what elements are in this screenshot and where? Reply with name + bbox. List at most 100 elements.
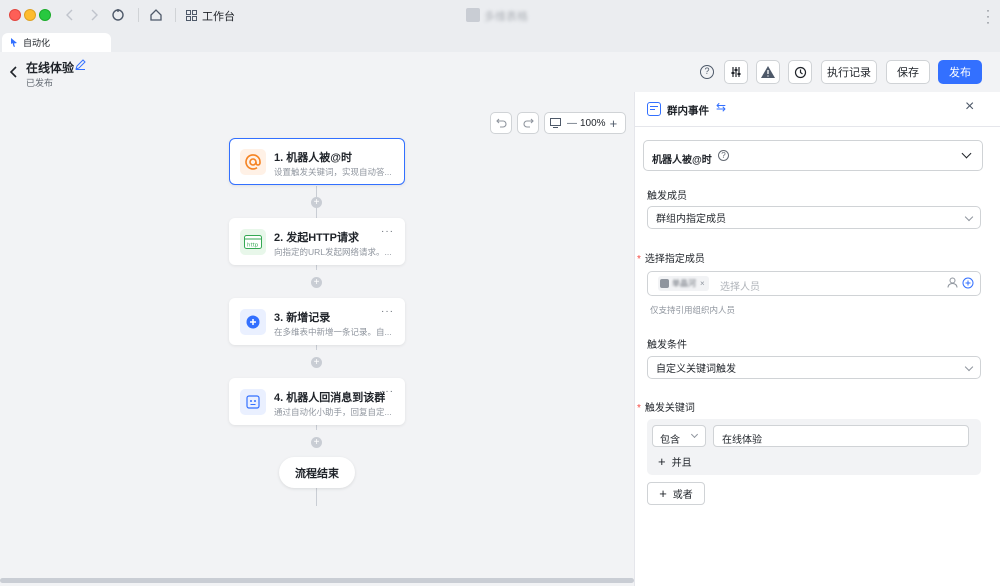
trigger-type-select[interactable]: 机器人被@时 ? [643, 140, 983, 171]
help-icon[interactable]: ? [700, 65, 714, 79]
history-button[interactable] [788, 60, 812, 84]
publish-button[interactable]: 发布 [938, 60, 982, 84]
automation-icon [11, 38, 17, 47]
node-desc: 向指定的URL发起网络请求。... [274, 247, 392, 257]
member-select[interactable]: 群组内指定成员 [647, 206, 981, 229]
or-label: 或者 [672, 490, 693, 501]
edit-title-icon[interactable] [75, 59, 87, 71]
add-record-icon [240, 309, 266, 335]
minimize-window-button[interactable] [24, 9, 36, 21]
node-more-icon[interactable]: ··· [381, 226, 394, 237]
redo-button[interactable] [517, 112, 539, 134]
add-or-condition-button[interactable]: + 或者 [647, 482, 705, 505]
at-icon [240, 149, 266, 175]
chevron-down-icon [690, 430, 699, 439]
flow-node-trigger[interactable]: 1. 机器人被@时 设置触发关键词，实现自动答... [229, 138, 405, 185]
panel-title: 群内事件 [667, 105, 709, 117]
zoom-out-icon[interactable]: — [567, 118, 577, 129]
node-desc: 通过自动化小助手，回复自定... [274, 407, 392, 417]
and-label: 并且 [671, 457, 692, 469]
operator-select[interactable]: 包含 [652, 425, 706, 447]
redo-icon [523, 118, 534, 128]
flow-end-node: 流程结束 [279, 457, 355, 488]
workspace-link[interactable]: 工作台 [202, 8, 235, 24]
node-title: 3. 新增记录 [274, 312, 331, 324]
trigger-type-value: 机器人被@时 [652, 155, 712, 166]
close-window-button[interactable] [9, 9, 21, 21]
plus-icon: + [659, 486, 667, 501]
node-title: 2. 发起HTTP请求 [274, 232, 359, 244]
warning-icon [761, 66, 775, 78]
doc-icon [466, 8, 480, 22]
flow-node-add-record[interactable]: 3. 新增记录 ··· 在多维表中新增一条记录。自... [229, 298, 405, 345]
zoom-control: — 100% + [544, 112, 626, 134]
flow-node-bot-reply[interactable]: 4. 机器人回消息到该群 ··· 通过自动化小助手，回复自定... [229, 378, 405, 425]
tab-bar: 自动化 [0, 30, 1000, 52]
add-member-icon[interactable] [962, 277, 974, 292]
help-icon[interactable]: ? [718, 150, 729, 161]
fit-screen-icon[interactable] [550, 118, 561, 128]
forward-icon[interactable] [88, 6, 100, 24]
member-hint: 仅支持引用组织内人员 [650, 305, 736, 315]
undo-button[interactable] [490, 112, 512, 134]
plus-icon: + [658, 453, 666, 469]
chevron-down-icon [964, 212, 974, 222]
execution-log-button[interactable]: 执行记录 [821, 60, 877, 84]
grid-icon[interactable] [185, 6, 197, 24]
page-header: 在线体验 已发布 ? 执行记录 保存 发布 [0, 52, 1000, 94]
svg-text:http: http [247, 243, 259, 249]
member-label: 触发成员 [647, 191, 687, 202]
page-title: 在线体验 [26, 61, 75, 75]
add-step-icon[interactable]: + [311, 357, 322, 368]
zoom-level: 100% [580, 117, 606, 129]
back-icon[interactable] [64, 6, 76, 24]
http-icon: http [240, 229, 266, 255]
window-titlebar: 工作台 多维表格 · · · [0, 0, 1000, 30]
close-icon[interactable]: × [965, 98, 974, 116]
home-icon[interactable] [148, 6, 164, 24]
keyword-input[interactable]: 在线体验 [713, 425, 969, 447]
member-placeholder: 选择人员 [720, 282, 760, 293]
flow-node-http[interactable]: http 2. 发起HTTP请求 ··· 向指定的URL发起网络请求。... [229, 218, 405, 265]
add-step-icon[interactable]: + [311, 437, 322, 448]
warning-button[interactable] [756, 60, 780, 84]
chevron-down-icon [961, 148, 972, 159]
keyword-label: * 触发关键词 [637, 403, 695, 414]
horizontal-scrollbar[interactable] [0, 578, 634, 583]
avatar [660, 279, 669, 288]
window-more-icon[interactable]: · · · [986, 4, 990, 28]
doc-title: 多维表格 [484, 11, 528, 23]
bot-icon [240, 389, 266, 415]
maximize-window-button[interactable] [39, 9, 51, 21]
user-icon[interactable] [947, 277, 958, 291]
automation-app: 在线体验 已发布 ? 执行记录 保存 发布 — 100% + + + + + 1… [0, 52, 1000, 586]
undo-icon [495, 118, 506, 128]
select-member-label: * 选择指定成员 [637, 254, 705, 265]
save-button[interactable]: 保存 [886, 60, 930, 84]
add-step-icon[interactable]: + [311, 277, 322, 288]
back-arrow-icon[interactable] [9, 66, 20, 80]
flow-canvas[interactable]: — 100% + + + + + 1. 机器人被@时 设置触发关键词，实现自动答… [0, 94, 634, 586]
add-and-condition-button[interactable]: + 并且 [658, 453, 692, 469]
zoom-in-icon[interactable]: + [610, 116, 618, 131]
tab-automation[interactable]: 自动化 [2, 33, 111, 52]
add-step-icon[interactable]: + [311, 197, 322, 208]
titlebar-divider [175, 8, 176, 22]
refresh-icon[interactable] [110, 6, 126, 24]
node-title: 4. 机器人回消息到该群 [274, 392, 386, 404]
condition-select[interactable]: 自定义关键词触发 [647, 356, 981, 379]
node-desc: 设置触发关键词，实现自动答... [274, 167, 392, 177]
remove-tag-icon[interactable]: × [700, 279, 705, 288]
chevron-down-icon [964, 362, 974, 372]
settings-button[interactable] [724, 60, 748, 84]
switch-icon[interactable]: ⇆ [716, 100, 726, 114]
keyword-rule-group: 包含 在线体验 + 并且 [647, 419, 981, 475]
node-more-icon[interactable]: ··· [381, 386, 394, 397]
publish-status: 已发布 [26, 78, 54, 88]
history-icon [794, 66, 806, 78]
panel-header: 群内事件 ⇆ × [635, 92, 1000, 127]
node-more-icon[interactable]: ··· [381, 306, 394, 317]
trigger-config-panel: 群内事件 ⇆ × 机器人被@时 ? 触发成员 群组内指定成员 * 选择指定成员 单… [634, 92, 1000, 586]
member-picker[interactable]: 单晶河 × 选择人员 [647, 271, 981, 296]
member-value: 群组内指定成员 [656, 214, 726, 225]
